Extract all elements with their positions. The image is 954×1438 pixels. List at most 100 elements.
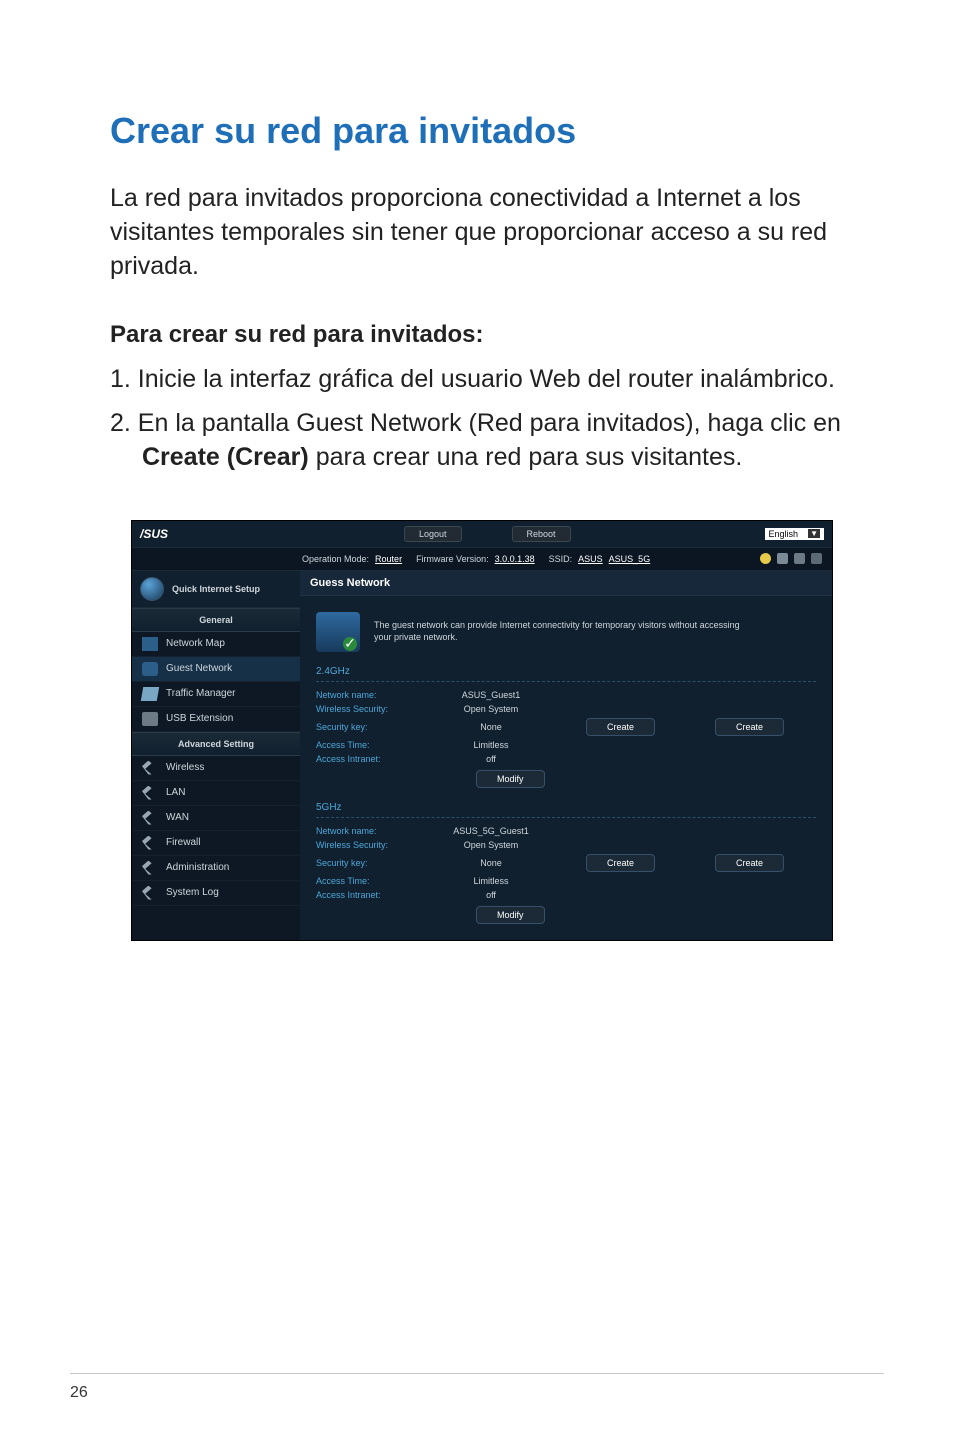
create-button-24-1[interactable]: Create: [586, 718, 655, 736]
security-key-value: None: [436, 722, 546, 732]
wrench-icon: [142, 786, 158, 800]
traffic-icon: [141, 687, 159, 701]
create-button-5-2[interactable]: Create: [715, 854, 784, 872]
language-dropdown[interactable]: English ▼: [765, 528, 824, 540]
network-name-value-24: ASUS_Guest1: [436, 690, 546, 700]
security-key-label: Security key:: [316, 858, 436, 868]
nav-usb-extension[interactable]: USB Extension: [132, 707, 300, 732]
status-icon: [811, 553, 822, 564]
wireless-security-label: Wireless Security:: [316, 840, 436, 850]
wrench-icon: [142, 861, 158, 875]
nav-label: USB Extension: [166, 713, 233, 724]
chevron-down-icon: ▼: [808, 529, 820, 538]
guest-icon: [142, 662, 158, 676]
access-time-label: Access Time:: [316, 740, 436, 750]
main-panel: Guess Network The guest network can prov…: [300, 571, 832, 940]
access-time-value: Limitless: [436, 740, 546, 750]
wireless-security-label: Wireless Security:: [316, 704, 436, 714]
access-intranet-value: off: [436, 754, 546, 764]
intro-paragraph: La red para invitados proporciona conect…: [110, 182, 854, 283]
brand-logo: /SUS: [132, 527, 210, 541]
security-key-value: None: [436, 858, 546, 868]
ssid2-value[interactable]: ASUS_5G: [609, 554, 651, 564]
create-button-5-1[interactable]: Create: [586, 854, 655, 872]
page-number: 26: [70, 1384, 88, 1402]
usb-icon: [142, 712, 158, 726]
access-intranet-label: Access Intranet:: [316, 890, 436, 900]
nav-label: Firewall: [166, 837, 200, 848]
band-24ghz-label: 2.4GHz: [300, 662, 832, 679]
panel-description: The guest network can provide Internet c…: [374, 620, 754, 643]
modify-button-24[interactable]: Modify: [476, 770, 545, 788]
status-icon: [777, 553, 788, 564]
panel-info: The guest network can provide Internet c…: [300, 596, 832, 662]
quick-internet-setup[interactable]: Quick Internet Setup: [132, 571, 300, 608]
subheading: Para crear su red para invitados:: [110, 321, 854, 349]
nav-lan[interactable]: LAN: [132, 781, 300, 806]
create-button-24-2[interactable]: Create: [715, 718, 784, 736]
guest-network-icon: [316, 612, 360, 652]
security-key-label: Security key:: [316, 722, 436, 732]
divider: [316, 681, 816, 682]
wireless-security-value: Open System: [436, 704, 546, 714]
nav-label: Wireless: [166, 762, 204, 773]
fw-value[interactable]: 3.0.0.1.38: [495, 554, 535, 564]
nav-label: Network Map: [166, 638, 225, 649]
step-2: 2. En la pantalla Guest Network (Red par…: [110, 407, 854, 475]
nav-traffic-manager[interactable]: Traffic Manager: [132, 682, 300, 707]
network-name-value-5: ASUS_5G_Guest1: [436, 826, 546, 836]
wrench-icon: [142, 811, 158, 825]
band-5ghz-label: 5GHz: [300, 798, 832, 815]
sidebar: Quick Internet Setup General Network Map…: [132, 571, 300, 940]
status-icon: [794, 553, 805, 564]
wrench-icon: [142, 761, 158, 775]
step-2-prefix: 2. En la pantalla Guest Network (Red par…: [110, 409, 841, 437]
language-value: English: [769, 529, 799, 539]
nav-label: WAN: [166, 812, 189, 823]
network-name-label: Network name:: [316, 690, 436, 700]
nav-label: LAN: [166, 787, 185, 798]
nav-label: Administration: [166, 862, 229, 873]
op-mode-label: Operation Mode:: [302, 554, 369, 564]
footer-divider: [70, 1373, 884, 1374]
qis-label: Quick Internet Setup: [172, 584, 260, 594]
network-name-label: Network name:: [316, 826, 436, 836]
status-bar: Operation Mode: Router Firmware Version:…: [132, 547, 832, 571]
wireless-security-value: Open System: [436, 840, 546, 850]
nav-system-log[interactable]: System Log: [132, 881, 300, 906]
wrench-icon: [142, 886, 158, 900]
op-mode-value[interactable]: Router: [375, 554, 402, 564]
nav-network-map[interactable]: Network Map: [132, 632, 300, 657]
step-1: 1. Inicie la interfaz gráfica del usuari…: [110, 363, 854, 397]
modify-button-5[interactable]: Modify: [476, 906, 545, 924]
nav-guest-network[interactable]: Guest Network: [132, 657, 300, 682]
nav-label: Traffic Manager: [166, 688, 235, 699]
router-screenshot: /SUS Logout Reboot English ▼ Operation M…: [131, 520, 833, 941]
panel-title: Guess Network: [300, 571, 832, 596]
access-time-label: Access Time:: [316, 876, 436, 886]
access-time-value: Limitless: [436, 876, 546, 886]
fw-label: Firmware Version:: [416, 554, 489, 564]
logout-button[interactable]: Logout: [404, 526, 462, 542]
nav-label: Guest Network: [166, 663, 232, 674]
nav-label: System Log: [166, 887, 219, 898]
reboot-button[interactable]: Reboot: [512, 526, 571, 542]
page-heading: Crear su red para invitados: [110, 110, 854, 152]
ssid1-value[interactable]: ASUS: [578, 554, 603, 564]
nav-wireless[interactable]: Wireless: [132, 756, 300, 781]
section-advanced: Advanced Setting: [132, 732, 300, 756]
nav-firewall[interactable]: Firewall: [132, 831, 300, 856]
divider: [316, 817, 816, 818]
step-2-suffix: para crear una red para sus visitantes.: [309, 443, 743, 471]
access-intranet-value: off: [436, 890, 546, 900]
step-2-bold: Create (Crear): [142, 443, 309, 471]
map-icon: [142, 637, 158, 651]
ssid-label: SSID:: [549, 554, 573, 564]
nav-wan[interactable]: WAN: [132, 806, 300, 831]
wrench-icon: [142, 836, 158, 850]
globe-icon: [140, 577, 164, 601]
section-general: General: [132, 608, 300, 632]
status-icons: [760, 553, 822, 564]
status-icon: [760, 553, 771, 564]
nav-administration[interactable]: Administration: [132, 856, 300, 881]
